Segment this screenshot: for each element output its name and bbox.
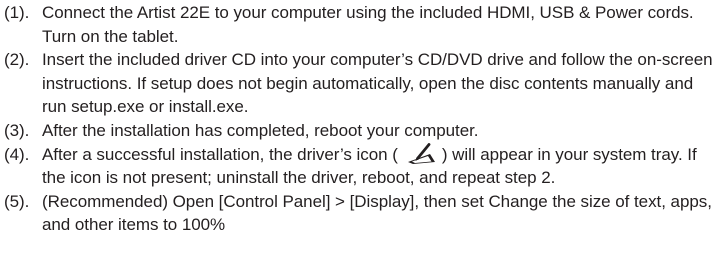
step-text: Connect the Artist 22E to your computer … [42,3,694,46]
step-2: (2). Insert the included driver CD into y… [4,48,722,119]
step-number: (3). [4,120,30,140]
step-text: (Recommended) Open [Control Panel] > [Di… [42,191,712,235]
installation-steps-list: (1). Connect the Artist 22E to your compu… [4,1,722,237]
step-3: (3). After the installation has completed… [4,119,722,143]
tablet-pen-icon [406,142,436,165]
step-number: (2). [4,50,30,70]
step-1: (1). Connect the Artist 22E to your compu… [4,1,722,48]
step-4: (4). After a successful installation, the… [4,142,722,190]
step-5: (5). (Recommended) Open [Control Panel] >… [4,190,722,237]
step-number: (1). [4,3,30,22]
step-number: (4). [4,144,30,164]
step-text-before-icon: After a successful installation, the dri… [42,144,398,164]
step-text: Insert the included driver CD into your … [42,50,713,117]
step-text: After the installation has completed, re… [42,120,479,140]
step-number: (5). [4,191,30,211]
